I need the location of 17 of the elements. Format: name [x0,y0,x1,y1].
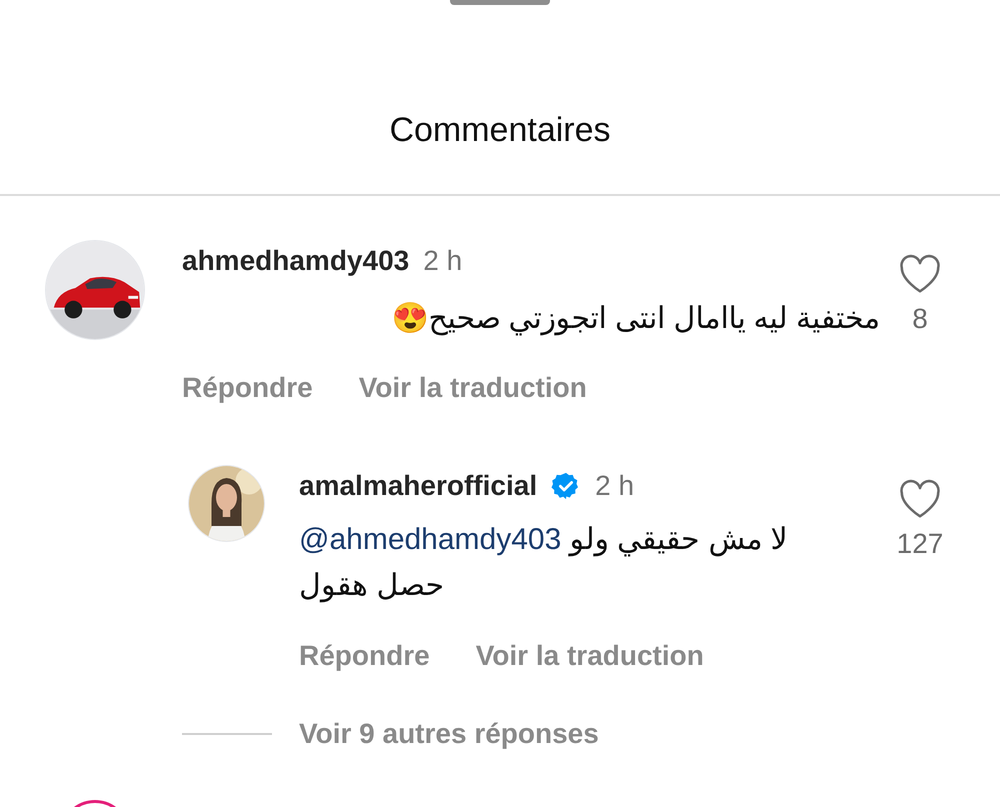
like-count: 127 [896,527,944,561]
translate-link[interactable]: Voir la traduction [358,367,587,409]
reply-link[interactable]: Répondre [182,367,313,409]
username[interactable]: amalmaherofficial [299,465,538,507]
comment-time: 2 h [595,469,634,503]
like-count: 8 [912,302,928,336]
comment-time: 2 h [423,244,462,278]
comment-text: مختفية ليه ياامال انتى اتجوزتي صحيح😍 [390,301,880,338]
mention-link[interactable]: @ahmedhamdy403 [299,523,562,556]
translate-link[interactable]: Voir la traduction [476,635,704,677]
drag-handle[interactable] [450,0,550,5]
panel-title: Commentaires [388,110,612,151]
username[interactable]: ahmedhamdy403 [182,240,410,282]
view-replies-link[interactable]: Voir 9 autres réponses [299,713,599,755]
like-heart-icon[interactable] [898,254,942,294]
like-heart-icon[interactable] [898,479,942,519]
reply-link[interactable]: Répondre [299,635,430,677]
